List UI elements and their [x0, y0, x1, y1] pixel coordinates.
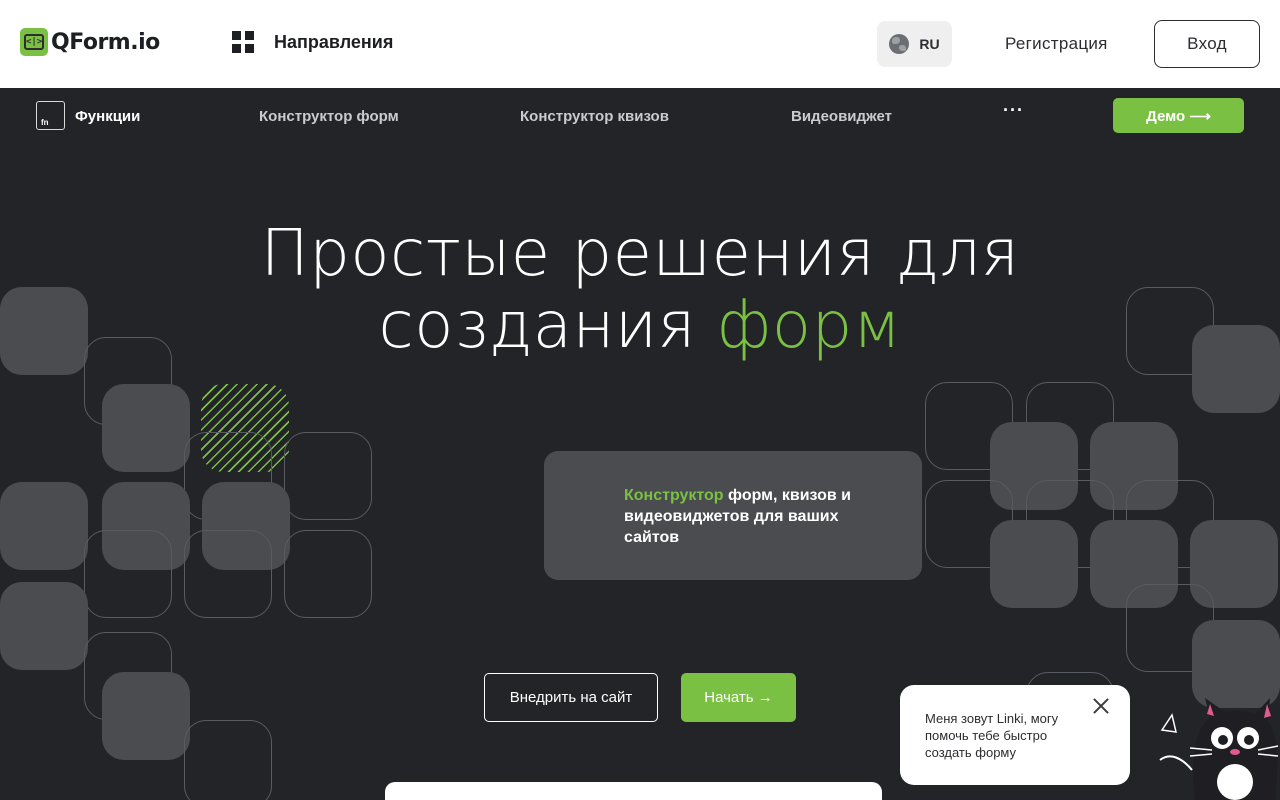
- globe-icon: [889, 34, 910, 54]
- top-header: <|> QForm.io Направления RU Регистрация …: [0, 0, 1280, 88]
- decor-tile: [284, 530, 372, 618]
- decor-tile: [102, 384, 190, 472]
- qform-logo[interactable]: <|> QForm.io: [20, 28, 160, 56]
- cat-mascot-icon[interactable]: [1150, 690, 1280, 800]
- decor-tile: [0, 482, 88, 570]
- nav-item-quiz-builder[interactable]: Конструктор квизов: [520, 108, 669, 125]
- info-card-accent: Конструктор: [624, 487, 724, 504]
- decor-tile: [284, 432, 372, 520]
- info-card: Конструктор форм, квизов и видеовиджетов…: [544, 451, 922, 580]
- nav-item-form-builder[interactable]: Конструктор форм: [259, 108, 399, 125]
- close-icon[interactable]: [1092, 697, 1110, 715]
- decor-tile: [84, 530, 172, 618]
- directions-label: Направления: [274, 31, 394, 52]
- directions-menu[interactable]: Направления: [232, 31, 393, 53]
- start-button[interactable]: Начать →: [681, 673, 796, 722]
- register-link[interactable]: Регистрация: [1005, 34, 1108, 54]
- decor-tile: [184, 530, 272, 618]
- hero-title-accent: форм: [716, 289, 902, 363]
- chat-message: Меня зовут Linki, могу помочь тебе быстр…: [925, 711, 1059, 760]
- hero-title-line1: Простые решения для: [260, 217, 1020, 291]
- hero-title: Простые решения для создания форм: [0, 218, 1280, 362]
- logo-text: QForm.io: [51, 29, 160, 55]
- decor-tile: [184, 720, 272, 800]
- nav-item-video-widget[interactable]: Видеовиджет: [791, 108, 892, 125]
- decor-tile: [990, 520, 1078, 608]
- info-card-text: Конструктор форм, квизов и видеовиджетов…: [624, 485, 884, 548]
- functions-icon: fn: [36, 101, 65, 130]
- hero-title-line2: создания: [378, 289, 717, 363]
- logo-glyph: <|>: [24, 34, 44, 50]
- grid-icon: [232, 31, 254, 53]
- embed-on-site-button[interactable]: Внедрить на сайт: [484, 673, 658, 722]
- product-nav: fn Функции Конструктор форм Конструктор …: [0, 88, 1280, 144]
- login-button[interactable]: Вход: [1154, 20, 1260, 68]
- nav-item-functions[interactable]: Функции: [75, 108, 140, 125]
- decor-tile: [102, 672, 190, 760]
- chat-bubble: Меня зовут Linki, могу помочь тебе быстр…: [900, 685, 1130, 785]
- demo-button[interactable]: Демо ⟶: [1113, 98, 1244, 133]
- logo-code-icon: <|>: [20, 28, 48, 56]
- decor-tile: [0, 582, 88, 670]
- preview-card: [385, 782, 882, 800]
- language-label: RU: [919, 36, 940, 52]
- more-menu-icon[interactable]: ···: [1003, 100, 1024, 121]
- language-switcher[interactable]: RU: [877, 21, 952, 67]
- functions-icon-glyph: fn: [41, 118, 49, 127]
